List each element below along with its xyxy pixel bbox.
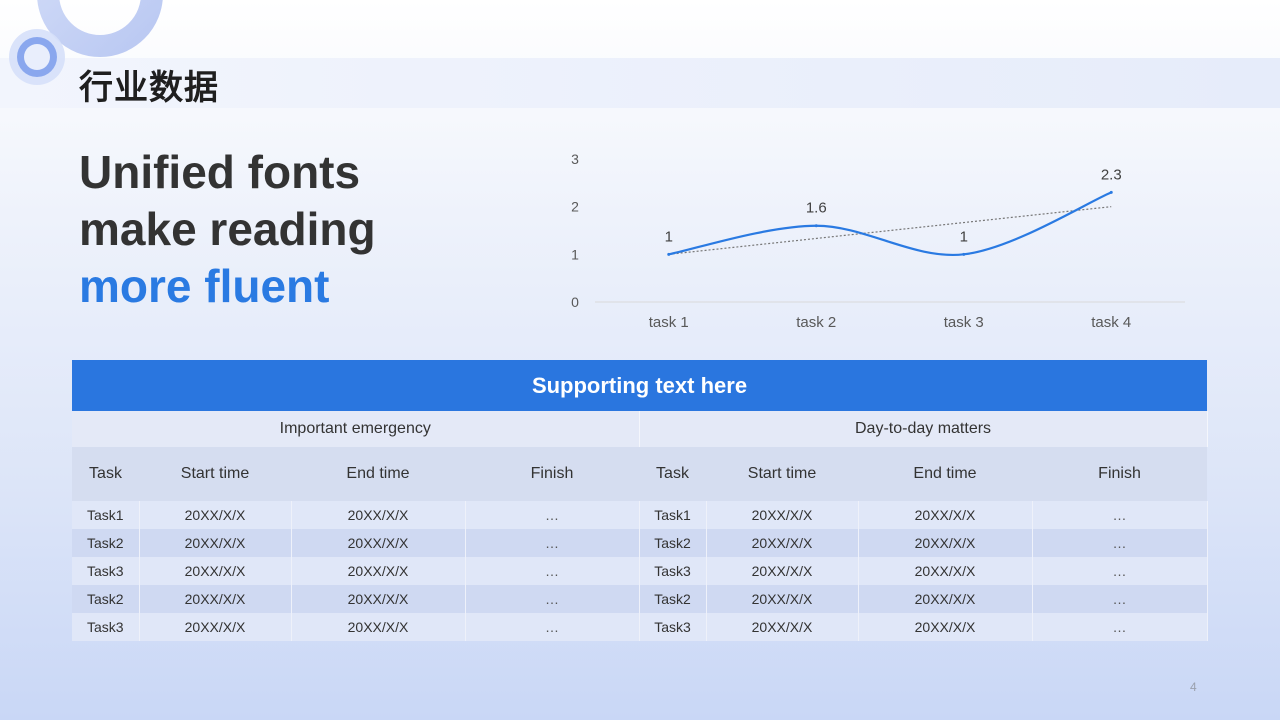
table-cell: Task3 <box>639 557 707 585</box>
column-header: End time <box>291 447 465 501</box>
table-cell: … <box>465 501 640 529</box>
table-cell: … <box>1032 613 1208 641</box>
data-label: 1 <box>665 228 673 245</box>
table-cell: Task2 <box>639 529 707 557</box>
table-cell: Task3 <box>639 613 707 641</box>
data-label: 2.3 <box>1101 166 1122 183</box>
table-cell: 20XX/X/X <box>291 557 466 585</box>
table-cell: 20XX/X/X <box>706 557 859 585</box>
column-header: Task <box>639 447 706 501</box>
headline-line-3: more fluent <box>79 260 330 312</box>
table-cell: 20XX/X/X <box>858 501 1033 529</box>
headline-line-2: make reading <box>79 203 376 255</box>
table-cell: 20XX/X/X <box>139 613 292 641</box>
column-header: Finish <box>1032 447 1208 501</box>
table-cell: Task3 <box>72 557 140 585</box>
table-cell: … <box>465 585 640 613</box>
table-banner: Supporting text here <box>72 360 1207 411</box>
table-row: Task2 20XX/X/X 20XX/X/X… Task2 20XX/X/X 20XX/… <box>72 529 1208 557</box>
table-cell: Task1 <box>72 501 140 529</box>
table-row: Task2 20XX/X/X 20XX/X/X… Task2 20XX/X/X 20XX/… <box>72 585 1208 613</box>
y-tick-label: 0 <box>571 294 579 310</box>
x-tick-label: task 3 <box>944 314 984 331</box>
table-cell: 20XX/X/X <box>706 501 859 529</box>
table-cell: 20XX/X/X <box>706 585 859 613</box>
group-header-row: Important emergency Day-to-day matters <box>72 411 1208 447</box>
headline: Unified fonts make reading more fluent <box>79 144 376 315</box>
trendline <box>668 206 1112 255</box>
table-cell: Task1 <box>639 501 707 529</box>
table-cell: … <box>1032 501 1208 529</box>
data-point <box>962 252 966 256</box>
y-tick-label: 2 <box>571 199 579 215</box>
table-cell: Task2 <box>639 585 707 613</box>
x-tick-label: task 4 <box>1091 314 1131 331</box>
y-tick-label: 3 <box>571 151 579 167</box>
table-row: Task3 20XX/X/X 20XX/X/X… Task3 20XX/X/X 20XX/… <box>72 557 1208 585</box>
data-label: 1 <box>960 228 968 245</box>
line-chart: 0 1 2 3 task 1 task 2 task 3 task 4 1 1.6 1 2.3 <box>571 151 1185 331</box>
table-cell: Task2 <box>72 529 140 557</box>
table-cell: 20XX/X/X <box>139 529 292 557</box>
table-cell: 20XX/X/X <box>291 501 466 529</box>
table-cell: 20XX/X/X <box>291 613 466 641</box>
table-cell: Task2 <box>72 585 140 613</box>
schedule-table: Supporting text here Important emergency… <box>72 360 1208 641</box>
y-tick-label: 1 <box>571 246 579 262</box>
table-cell: 20XX/X/X <box>858 585 1033 613</box>
table-cell: … <box>465 557 640 585</box>
group-header: Day-to-day matters <box>639 411 1208 447</box>
slide-title: 行业数据 <box>79 68 219 108</box>
table-cell: 20XX/X/X <box>706 529 859 557</box>
column-header: Start time <box>139 447 291 501</box>
page-number: 4 <box>1190 680 1197 694</box>
x-tick-label: task 2 <box>796 314 836 331</box>
table-cell: … <box>465 529 640 557</box>
table-cell: 20XX/X/X <box>139 501 292 529</box>
table-row: Task1 20XX/X/X 20XX/X/X… Task1 20XX/X/X 20XX/… <box>72 501 1208 529</box>
table-cell: 20XX/X/X <box>858 529 1033 557</box>
column-header: Task <box>72 447 139 501</box>
table-cell: 20XX/X/X <box>139 557 292 585</box>
x-tick-label: task 1 <box>649 314 689 331</box>
table-cell: 20XX/X/X <box>139 585 292 613</box>
table-cell: 20XX/X/X <box>858 613 1033 641</box>
data-point <box>1109 190 1113 194</box>
large-ring <box>37 0 163 57</box>
column-header: End time <box>858 447 1032 501</box>
column-header-row: Task Start time End time Finish Task Sta… <box>72 447 1208 501</box>
table-cell: … <box>465 613 640 641</box>
table-cell: Task3 <box>72 613 140 641</box>
table-cell: … <box>1032 557 1208 585</box>
table-cell: 20XX/X/X <box>291 585 466 613</box>
data-point <box>667 252 671 256</box>
data-point <box>814 224 818 228</box>
headline-line-1: Unified fonts <box>79 146 361 198</box>
series-line <box>668 191 1112 257</box>
table-cell: 20XX/X/X <box>858 557 1033 585</box>
table-cell: … <box>1032 585 1208 613</box>
table-row: Task3 20XX/X/X 20XX/X/X… Task3 20XX/X/X 20XX/… <box>72 613 1208 641</box>
table-cell: 20XX/X/X <box>706 613 859 641</box>
column-header: Finish <box>465 447 639 501</box>
column-header: Start time <box>706 447 858 501</box>
table-cell: … <box>1032 529 1208 557</box>
table-cell: 20XX/X/X <box>291 529 466 557</box>
group-header: Important emergency <box>72 411 640 447</box>
data-label: 1.6 <box>806 200 827 217</box>
